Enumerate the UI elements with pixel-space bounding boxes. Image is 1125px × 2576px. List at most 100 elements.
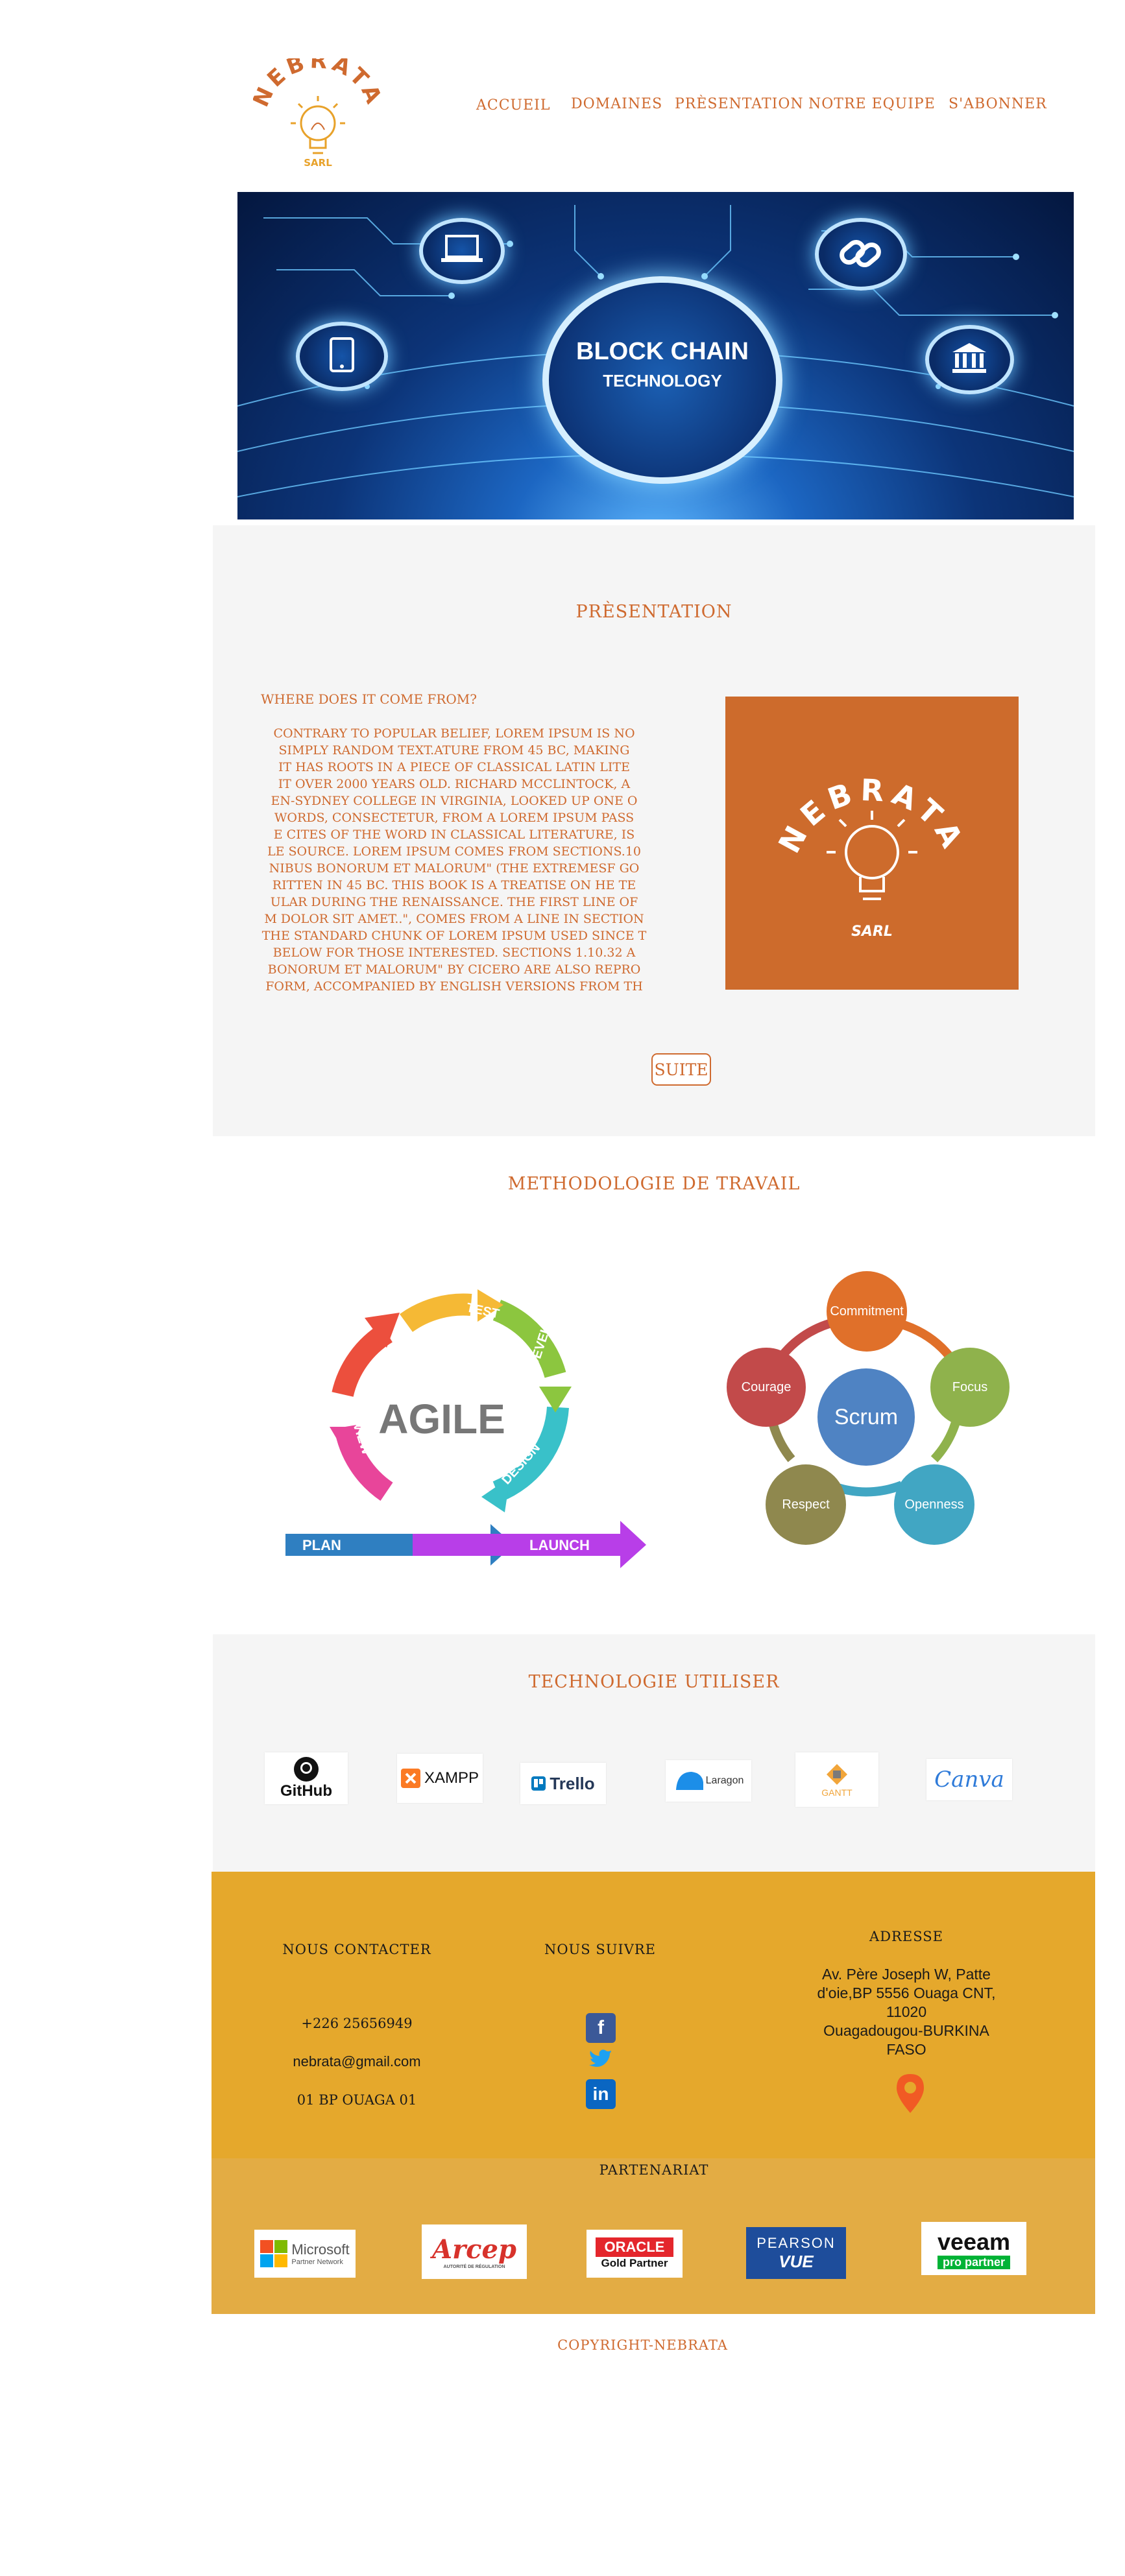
partner-name: Microsoft [291, 2241, 350, 2258]
laragon-logo[interactable]: Laragon [666, 1760, 751, 1802]
nav-item-domaines[interactable]: DOMAINES [571, 96, 662, 112]
facebook-icon[interactable]: f [586, 2013, 616, 2043]
twitter-icon[interactable] [586, 2044, 616, 2070]
scrum-diagram: Scrum Commitment Focus Openness Respect … [720, 1265, 1019, 1550]
partner-name: Arcep [432, 2234, 516, 2265]
tablet-icon [296, 322, 388, 391]
copyright: COPYRIGHT-NEBRATA [557, 2337, 728, 2353]
laragon-icon [675, 1772, 703, 1790]
contact-po-box: 01 BP OUAGA 01 [296, 2092, 417, 2108]
xampp-icon [400, 1769, 420, 1788]
address-line: 11020 [886, 2003, 927, 2020]
presentation-line: NIBUS BONORUM ET MALORUM" (THE EXTREMESF… [269, 861, 640, 876]
agile-center-label: AGILE [378, 1396, 505, 1442]
presentation-line: CONTRARY TO POPULAR BELIEF, LOREM IPSUM … [273, 726, 635, 741]
lightbulb-logo-icon: NEBRATA [771, 772, 966, 900]
scrum-value-commitment: Commitment [827, 1271, 907, 1352]
presentation-heading: WHERE DOES IT COME FROM? [261, 691, 477, 707]
github-logo[interactable]: GitHub [265, 1752, 348, 1804]
presentation-line: IT HAS ROOTS IN A PIECE OF CLASSICAL LAT… [278, 760, 630, 774]
scrum-value-label: Commitment [830, 1304, 904, 1318]
address-block: Av. Père Joseph W, Patte d'oie,BP 5556 Ou… [806, 1965, 1007, 2059]
agile-stage-label: LAUNCH [529, 1537, 590, 1553]
location-pin-icon[interactable] [894, 2073, 926, 2114]
nav-item-presentation[interactable]: PRÈSENTATION [675, 96, 804, 112]
presentation-line: BELOW FOR THOSE INTERESTED. SECTIONS 1.1… [272, 946, 636, 960]
scrum-value-label: Openness [904, 1497, 964, 1512]
partner-sub: VUE [779, 2251, 814, 2271]
scrum-value-focus: Focus [930, 1348, 1010, 1427]
trello-icon [531, 1776, 546, 1791]
presentation-line: SIMPLY RANDOM TEXT.ATURE FROM 45 BC, MAK… [278, 743, 630, 757]
partner-pearson-vue[interactable]: PEARSON VUE [746, 2227, 846, 2279]
partner-sub: Gold Partner [601, 2257, 668, 2269]
scrum-value-openness: Openness [894, 1464, 974, 1545]
banner-subtitle: TECHNOLOGY [603, 371, 722, 390]
gantt-logo[interactable]: GANTT [795, 1752, 878, 1807]
gantt-icon [827, 1764, 847, 1785]
presentation-line: EN-SYDNEY COLLEGE IN VIRGINIA, LOOKED UP… [271, 794, 638, 808]
contact-email[interactable]: nebrata@gmail.com [272, 2053, 441, 2070]
tech-label: Trello [550, 1773, 595, 1793]
tech-label: Canva [934, 1767, 1004, 1793]
scrum-value-label: Focus [952, 1379, 988, 1394]
scrum-value-courage: Courage [727, 1348, 806, 1427]
presentation-line: BONORUM ET MALORUM" BY CICERO ARE ALSO R… [267, 962, 641, 977]
linkedin-icon[interactable]: in [586, 2079, 616, 2109]
tech-label: GANTT [821, 1787, 853, 1798]
link-icon [815, 218, 907, 291]
methodology-title: METHODOLOGIE DE TRAVAIL [507, 1174, 801, 1194]
partner-sub: AUTORITÉ DE RÉGULATION [443, 2265, 505, 2269]
suite-button[interactable]: SUITE [651, 1053, 711, 1086]
contact-title: NOUS CONTACTER [282, 1942, 431, 1957]
partner-name: ORACLE [595, 2237, 674, 2257]
laptop-icon [419, 218, 505, 284]
partner-arcep[interactable]: Arcep AUTORITÉ DE RÉGULATION [422, 2224, 527, 2279]
tech-label: GitHub [280, 1782, 332, 1800]
presentation-line: E CITES OF THE WORD IN CLASSICAL LITERAT… [273, 828, 635, 842]
card-suffix: SARL [851, 924, 893, 940]
address-line: Av. Père Joseph W, Patte [822, 1966, 991, 1983]
scrum-value-respect: Respect [766, 1464, 846, 1545]
technologies-title: TECHNOLOGIE UTILISER [528, 1672, 780, 1692]
presentation-line: M DOLOR SIT AMET..", COMES FROM A LINE I… [264, 912, 644, 926]
presentation-logo-card: NEBRATA SARL [725, 697, 1019, 990]
nav-item-abonner[interactable]: S'ABONNER [949, 96, 1047, 112]
xampp-logo[interactable]: XAMPP [397, 1754, 483, 1803]
address-line: FASO [886, 2041, 926, 2058]
presentation-line: WORDS, CONSECTETUR, FROM A LOREM IPSUM P… [274, 811, 635, 825]
presentation-line: THE STANDARD CHUNK OF LOREM IPSUM USED S… [261, 929, 647, 943]
contact-phone[interactable]: +226 25656949 [272, 2016, 441, 2031]
presentation-line: LE SOURCE. LOREM IPSUM COMES FROM SECTIO… [267, 844, 641, 859]
tech-label: XAMPP [424, 1769, 479, 1787]
canva-logo[interactable]: Canva [926, 1759, 1012, 1800]
github-icon [294, 1757, 319, 1782]
address-line: d'oie,BP 5556 Ouaga CNT, [817, 1985, 996, 2001]
follow-title: NOUS SUIVRE [544, 1942, 657, 1957]
trello-logo[interactable]: Trello [520, 1763, 606, 1804]
address-line: Ouagadougou-BURKINA [823, 2022, 989, 2039]
scrum-value-label: Courage [741, 1379, 792, 1394]
partner-name: veeam [937, 2228, 1011, 2255]
presentation-title: PRÈSENTATION [575, 602, 732, 622]
scrum-value-label: Respect [782, 1497, 830, 1512]
microsoft-icon [260, 2240, 288, 2267]
partners-title: PARTENARIAT [599, 2162, 709, 2178]
presentation-line: IT OVER 2000 YEARS OLD. RICHARD MCCLINTO… [278, 777, 631, 791]
address-title: ADRESSE [869, 1929, 943, 1944]
nav-item-accueil[interactable]: ACCUEIL [476, 97, 550, 113]
suite-button-label: SUITE [654, 1060, 708, 1079]
presentation-line: RITTEN IN 45 BC. THIS BOOK IS A TREATISE… [272, 878, 636, 892]
site-logo[interactable]: NEBRATA SARL [248, 47, 384, 175]
scrum-center-label: Scrum [834, 1404, 899, 1429]
logo-suffix: SARL [304, 157, 332, 169]
partner-veeam[interactable]: veeam pro partner [921, 2222, 1026, 2275]
scrum-center: Scrum [817, 1368, 915, 1466]
agile-cycle: AGILE TEST DEVELOP DESIGN LAUNCH PLAN RE… [285, 1289, 646, 1568]
partner-microsoft[interactable]: Microsoft Partner Network [254, 2230, 356, 2278]
partner-oracle[interactable]: ORACLE Gold Partner [587, 2230, 683, 2278]
hero-banner: BLOCK CHAIN TECHNOLOGY [237, 192, 1074, 519]
banner-title: BLOCK CHAIN [576, 338, 749, 365]
nav-item-equipe[interactable]: NOTRE EQUIPE [808, 96, 936, 112]
agile-stage-label: PLAN [302, 1537, 341, 1553]
